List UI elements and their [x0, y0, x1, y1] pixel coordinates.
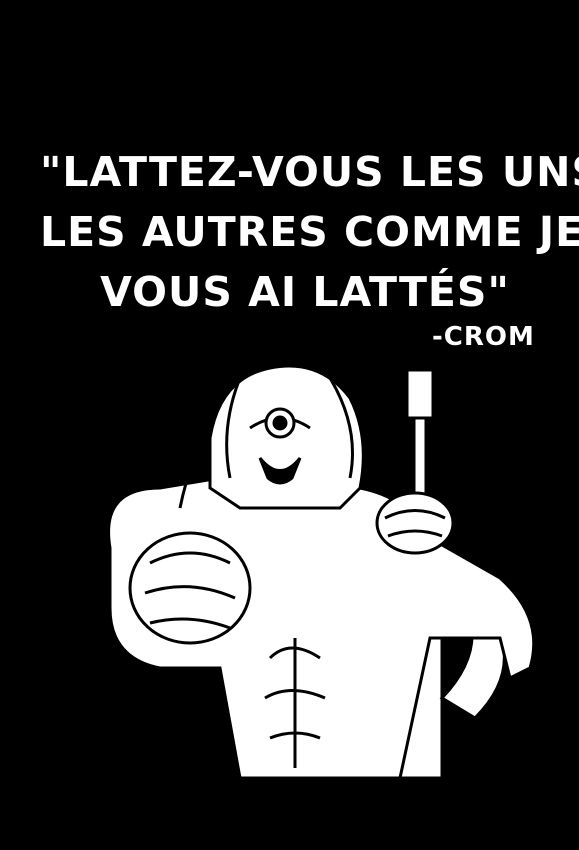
quote-line-3: VOUS AI LATTÉS": [100, 268, 510, 316]
quote-line-2: LES AUTRES COMME JE: [40, 208, 579, 256]
barbarian-illustration: [107, 364, 536, 778]
quote-text: "LATTEZ-VOUS LES UNS LES AUTRES COMME JE…: [40, 142, 579, 322]
quote-line-1: "LATTEZ-VOUS LES UNS: [40, 148, 579, 196]
